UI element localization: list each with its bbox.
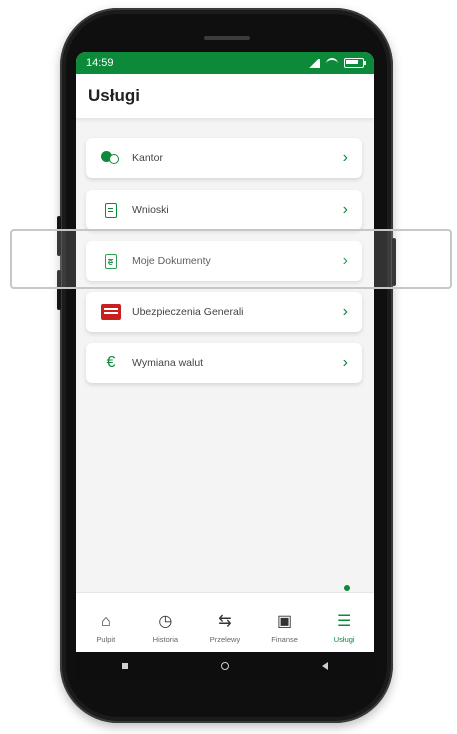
nav-finanse[interactable]: ▣ Finanse [259,613,311,644]
app-header: Usługi [76,74,374,118]
home-button-icon[interactable] [220,662,229,670]
chevron-right-icon: › [342,201,348,218]
back-icon[interactable] [321,662,328,670]
chevron-right-icon: › [342,303,348,320]
system-navigation-bar [76,652,374,680]
chevron-right-icon: › [342,149,348,166]
nav-label: Usługi [333,635,355,644]
battery-icon [344,58,366,68]
generali-logo-icon [100,301,122,323]
home-icon: ⌂ [100,613,111,630]
chevron-right-icon: › [342,354,348,371]
signal-icon [308,58,320,68]
service-wymiana-walut[interactable]: € Wymiana walut › [86,343,362,383]
transfer-icon: ⇆ [218,613,232,630]
service-wnioski[interactable]: Wnioski › [86,190,362,230]
highlight-frame [10,229,452,289]
page-title: Usługi [88,86,140,105]
app-screen: 14:59 Usługi Kantor › Wnioski › e Moje D… [76,52,374,652]
bottom-navigation: ⌂ Pulpit ◷ Historia ⇆ Przelewy ▣ Finanse… [76,585,374,652]
wallet-icon: ▣ [277,613,293,630]
wifi-icon [326,57,338,69]
nav-label: Pulpit [96,635,116,644]
nav-label: Finanse [271,635,298,644]
service-kantor[interactable]: Kantor › [86,138,362,178]
service-label: Kantor [132,152,163,164]
history-icon: ◷ [158,613,173,630]
nav-label: Historia [152,635,179,644]
nav-uslugi[interactable]: ☰ Usługi [318,613,370,644]
service-label: Wymiana walut [132,357,204,369]
document-icon [100,199,122,221]
service-ubezpieczenia-generali[interactable]: Ubezpieczenia Generali › [86,292,362,332]
euro-icon: € [106,354,116,371]
service-label: Wnioski [132,204,169,216]
earpiece-speaker [203,36,250,40]
nav-label: Przelewy [209,635,241,644]
status-time: 14:59 [86,57,114,69]
database-icon: ☰ [337,613,352,630]
status-bar: 14:59 [76,52,374,74]
recent-apps-icon[interactable] [122,663,129,669]
service-label: Ubezpieczenia Generali [132,306,244,318]
currency-exchange-icon [100,147,122,169]
nav-pulpit[interactable]: ⌂ Pulpit [80,613,132,644]
nav-przelewy[interactable]: ⇆ Przelewy [199,613,251,644]
active-indicator [344,585,350,591]
nav-historia[interactable]: ◷ Historia [139,613,191,644]
status-icons [308,57,366,69]
